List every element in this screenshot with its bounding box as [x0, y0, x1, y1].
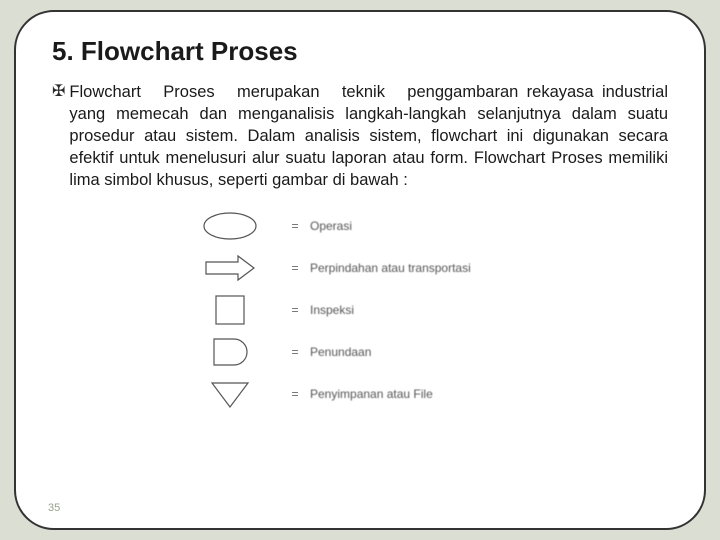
body-text-wrap: ✠ Flowchart Proses merupakan teknik peng…	[52, 81, 668, 191]
body-paragraph: Flowchart Proses merupakan teknik pengga…	[69, 81, 668, 191]
symbol-row-file: = Penyimpanan atau File	[180, 373, 540, 415]
slide-card: 5. Flowchart Proses ✠ Flowchart Proses m…	[14, 10, 706, 530]
symbol-row-inspeksi: = Inspeksi	[180, 289, 540, 331]
para-line1: Flowchart Proses merupakan teknik pengga…	[69, 83, 518, 101]
symbol-label: Penyimpanan atau File	[310, 387, 433, 401]
slide-title: 5. Flowchart Proses	[52, 36, 668, 67]
symbol-label: Perpindahan atau transportasi	[310, 261, 471, 275]
equals-sign: =	[280, 303, 310, 317]
symbol-label: Operasi	[310, 219, 352, 233]
equals-sign: =	[280, 219, 310, 233]
triangle-icon	[180, 377, 280, 411]
symbol-row-transport: = Perpindahan atau transportasi	[180, 247, 540, 289]
symbol-label: Penundaan	[310, 345, 371, 359]
equals-sign: =	[280, 345, 310, 359]
equals-sign: =	[280, 387, 310, 401]
symbol-table: = Operasi = Perpindahan atau transportas…	[180, 205, 540, 415]
delay-icon	[180, 335, 280, 369]
page-number: 35	[48, 502, 60, 514]
square-icon	[180, 293, 280, 327]
symbol-row-operasi: = Operasi	[180, 205, 540, 247]
symbol-row-penundaan: = Penundaan	[180, 331, 540, 373]
equals-sign: =	[280, 261, 310, 275]
ellipse-icon	[180, 210, 280, 242]
bullet-icon: ✠	[52, 81, 65, 103]
symbol-label: Inspeksi	[310, 303, 354, 317]
arrow-icon	[180, 252, 280, 284]
